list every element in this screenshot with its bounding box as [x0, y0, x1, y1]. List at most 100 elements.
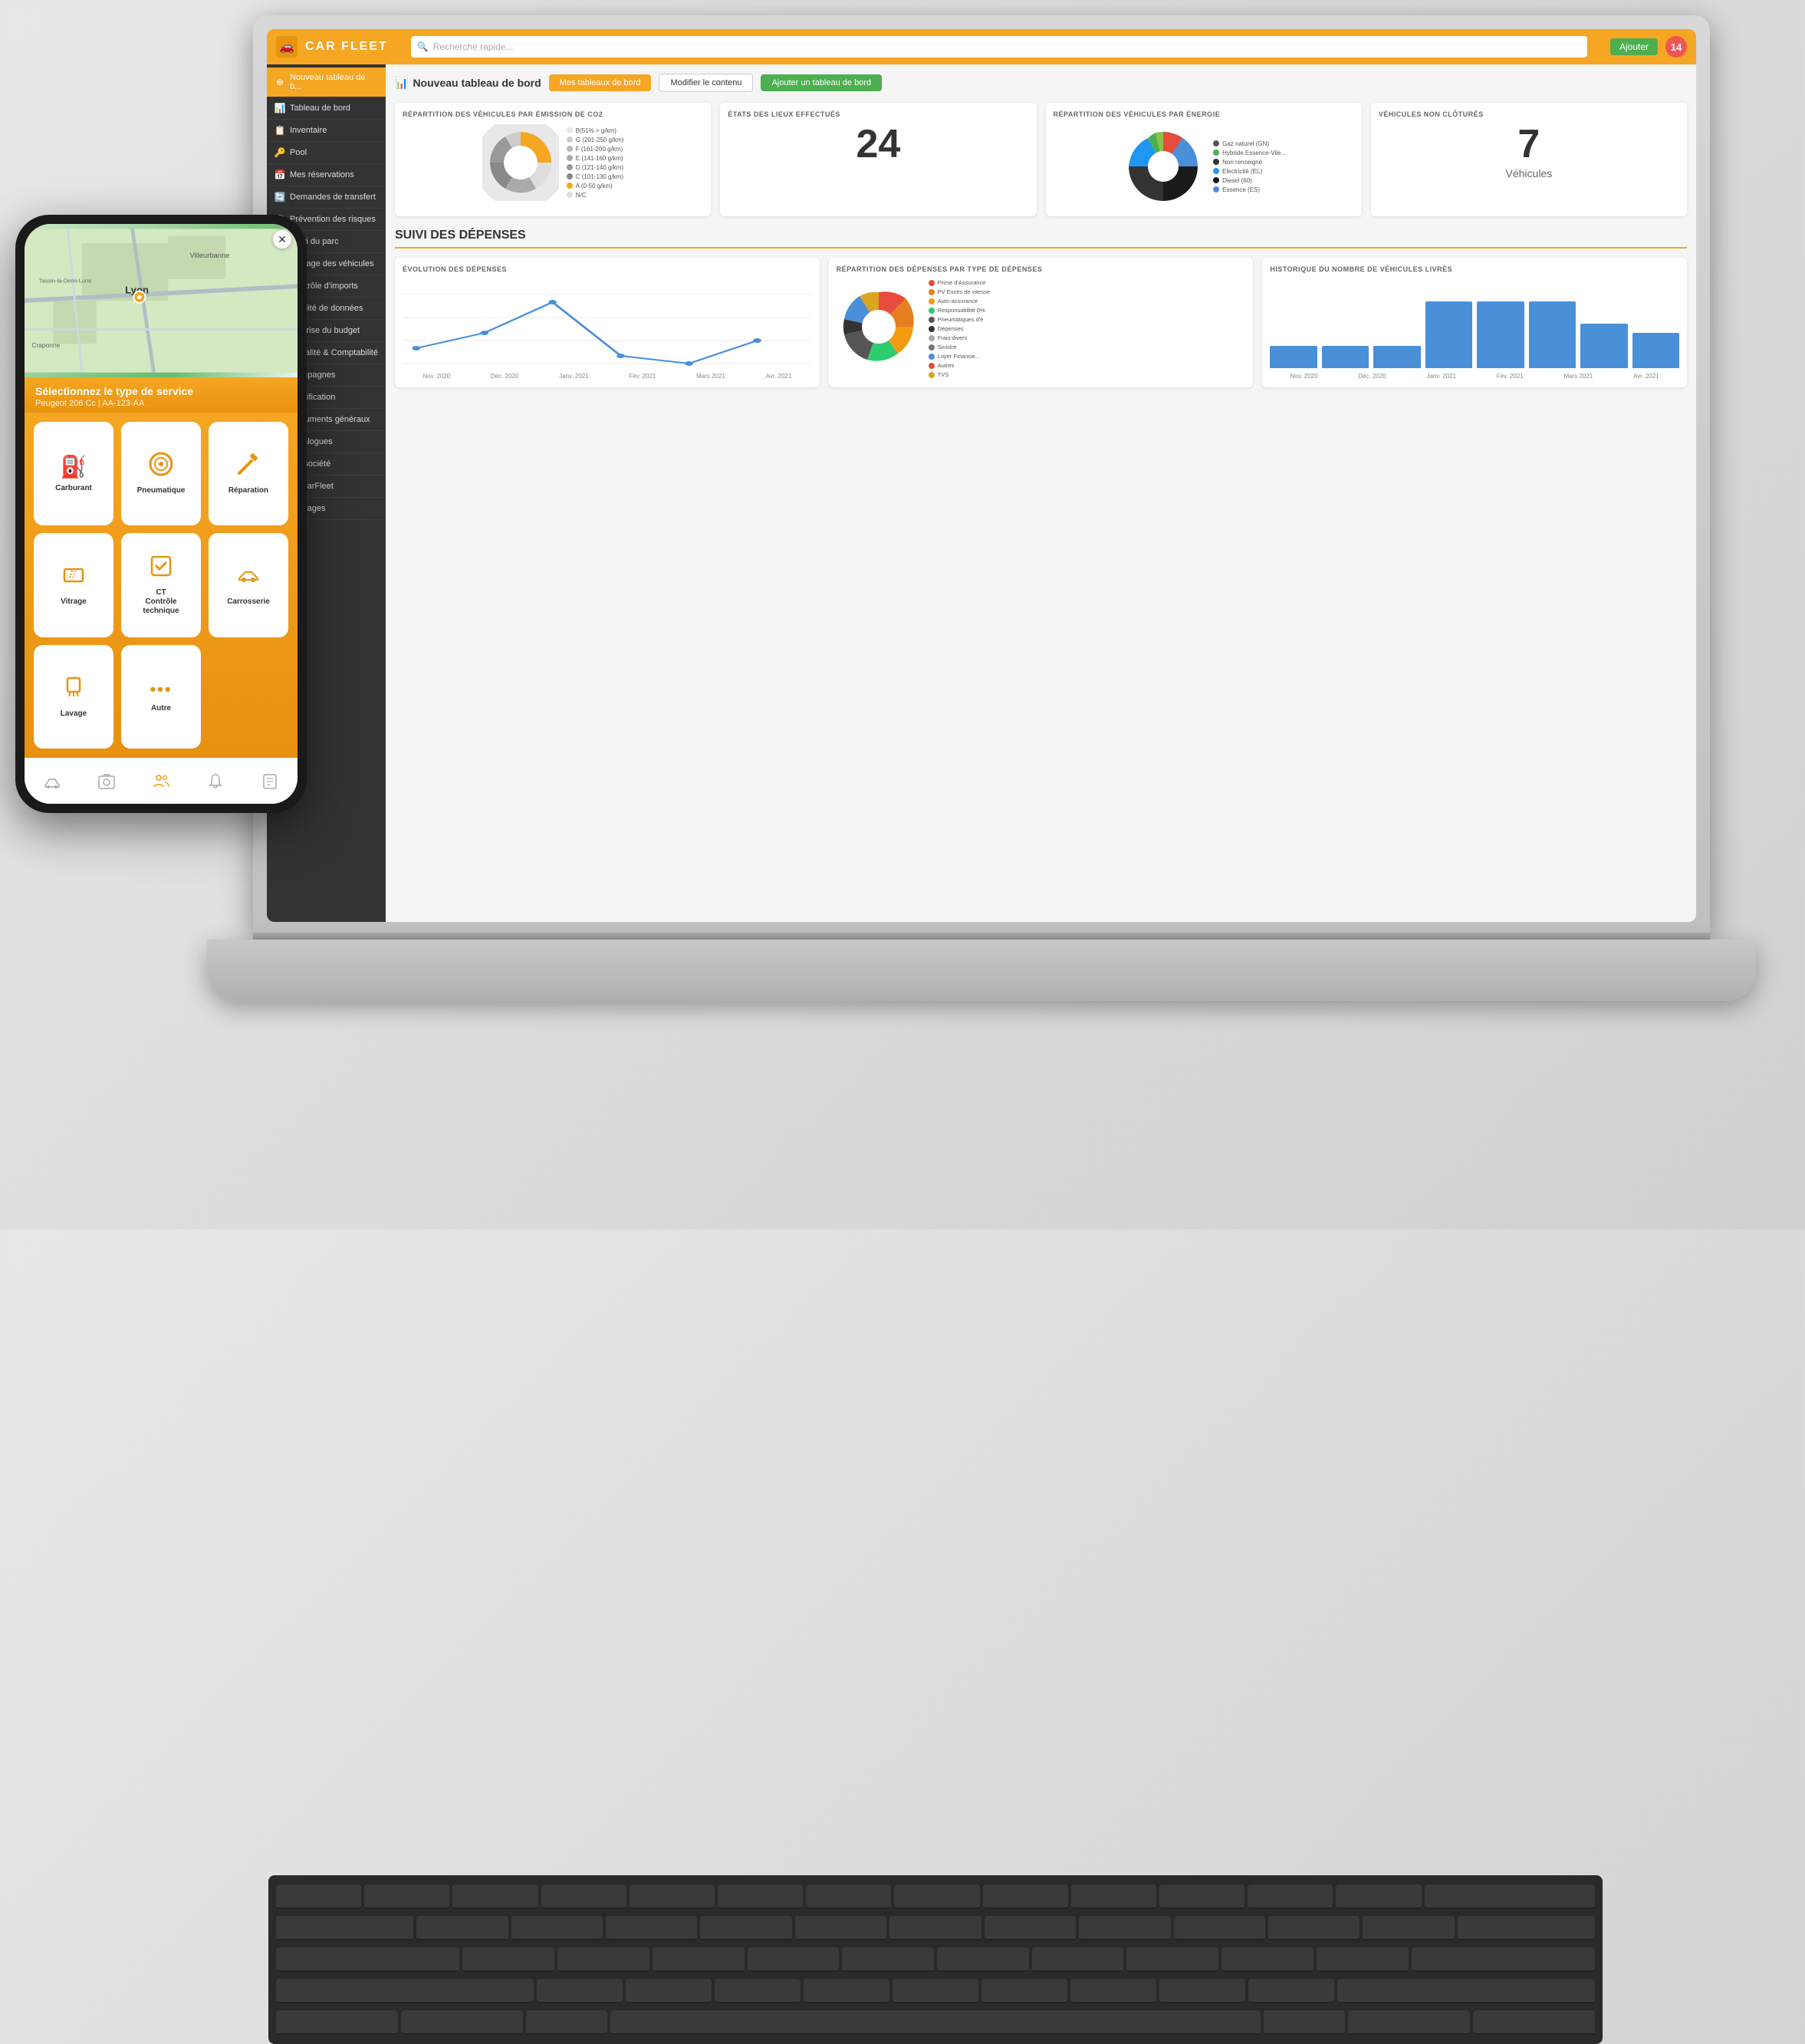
evolution-chart-title: ÉVOLUTION DES DÉPENSES	[403, 265, 812, 273]
app-header: 🚗 CAR FLEET 🔍 Recherche rapide... Ajoute…	[267, 29, 1696, 64]
key	[626, 1979, 712, 2003]
spacebar-key	[610, 2010, 1261, 2035]
key	[462, 1947, 554, 1972]
key	[1458, 1916, 1595, 1940]
nav-camera-icon[interactable]	[97, 772, 116, 791]
key	[276, 1947, 459, 1972]
sidebar-label-transfert: Demandes de transfert	[290, 193, 376, 202]
ajouter-tableau-btn[interactable]: Ajouter un tableau de bord	[761, 74, 882, 91]
energy-legend: Gaz naturel (GN) Hybride Essence-Vile...…	[1213, 140, 1286, 193]
historique-chart-title: HISTORIQUE DU NOMBRE DE VÉHICULES LIVRÉS	[1270, 265, 1679, 273]
nav-users-icon[interactable]	[152, 772, 170, 791]
ct-icon	[149, 554, 173, 584]
evolution-chart-card: ÉVOLUTION DES DÉPENSES	[395, 258, 820, 387]
non-closed-card: VÉHICULES NON CLÔTURÉS 7 Véhicules	[1371, 103, 1687, 216]
add-button[interactable]: Ajouter	[1610, 38, 1658, 55]
empty-slot	[209, 645, 288, 749]
phone-close-btn[interactable]: ✕	[273, 230, 291, 249]
key	[893, 1979, 978, 2003]
sidebar-label-nouveau-tableau: Nouveau tableau de b...	[290, 73, 378, 91]
app-layout: ⊕ Nouveau tableau de b... 📊 Tableau de b…	[267, 64, 1696, 922]
laptop-base	[207, 940, 1756, 1001]
vitrage-icon	[61, 563, 86, 593]
service-autre[interactable]: ••• Autre	[121, 645, 201, 749]
sidebar-item-transfert[interactable]: 🔄 Demandes de transfert	[267, 186, 386, 209]
service-lavage[interactable]: Lavage	[34, 645, 113, 749]
sidebar-item-reservations[interactable]: 📅 Mes réservations	[267, 164, 386, 186]
scene: 🚗 CAR FLEET 🔍 Recherche rapide... Ajoute…	[0, 0, 1805, 1229]
svg-text:Craponne: Craponne	[31, 341, 60, 349]
states-chart-title: ÉTATS DES LIEUX EFFECTUÉS	[728, 110, 1028, 118]
search-placeholder: Recherche rapide...	[433, 41, 514, 52]
dashboard-title-area: 📊 Nouveau tableau de bord	[395, 77, 541, 90]
service-reparation[interactable]: Réparation	[209, 422, 288, 525]
historique-xaxis: Nov. 2020 Déc. 2020 Janv. 2021 Fév. 2021…	[1270, 373, 1679, 380]
key	[557, 1947, 649, 1972]
transfert-icon: 🔄	[275, 192, 285, 202]
key	[537, 1979, 623, 2003]
dashboard-title-text: Nouveau tableau de bord	[413, 77, 541, 89]
mes-tableaux-btn[interactable]: Mes tableaux de bord	[549, 74, 652, 91]
key	[364, 1884, 449, 1909]
bar-6	[1529, 301, 1576, 368]
key	[416, 1916, 508, 1940]
key	[1363, 1916, 1454, 1940]
key	[889, 1916, 981, 1940]
nav-book-icon[interactable]	[261, 772, 279, 791]
key	[983, 1884, 1068, 1909]
key	[276, 1884, 361, 1909]
pneumatique-label: Pneumatique	[137, 486, 186, 495]
key	[653, 1947, 745, 1972]
co2-pie-chart	[482, 124, 559, 201]
nav-car-icon[interactable]	[43, 772, 61, 791]
key	[700, 1916, 791, 1940]
key	[1032, 1947, 1124, 1972]
key	[795, 1916, 886, 1940]
sidebar-item-tableau-de-bord[interactable]: 📊 Tableau de bord	[267, 97, 386, 120]
key	[452, 1884, 538, 1909]
key	[1412, 1947, 1595, 1972]
phone-services-grid: ⛽ Carburant Pneumatique	[25, 413, 298, 758]
phone-car-info: Sélectionnez le type de service Peugeot …	[25, 377, 298, 413]
notification-button[interactable]: 14	[1665, 36, 1687, 58]
phone-nav-bar	[25, 758, 298, 804]
service-pneumatique[interactable]: Pneumatique	[121, 422, 201, 525]
dashboard-header: 📊 Nouveau tableau de bord Mes tableaux d…	[395, 74, 1687, 92]
non-closed-count: 7	[1379, 124, 1679, 164]
key	[511, 1916, 603, 1940]
service-vitrage[interactable]: Vitrage	[34, 533, 113, 637]
nav-bell-icon[interactable]	[206, 772, 225, 791]
sidebar-item-inventaire[interactable]: 📋 Inventaire	[267, 120, 386, 142]
service-ct[interactable]: CTContrôletechnique	[121, 533, 201, 637]
historique-chart-card: HISTORIQUE DU NOMBRE DE VÉHICULES LIVRÉS	[1262, 258, 1687, 387]
service-carburant[interactable]: ⛽ Carburant	[34, 422, 113, 525]
laptop-body: 🚗 CAR FLEET 🔍 Recherche rapide... Ajoute…	[253, 15, 1710, 936]
co2-pie-container: B(51% > g/km) G (201-250 g/km) F (161-20…	[403, 124, 703, 201]
energy-chart-card: RÉPARTITION DES VÉHICULES PAR ÉNERGIE	[1046, 103, 1362, 216]
key	[1337, 1979, 1595, 2003]
key	[937, 1947, 1029, 1972]
key	[806, 1884, 891, 1909]
repartition-pie	[837, 285, 921, 373]
key	[1268, 1916, 1360, 1940]
key	[1264, 2010, 1345, 2035]
states-count: 24	[728, 124, 1028, 164]
key	[1221, 1947, 1313, 1972]
modifier-contenu-btn[interactable]: Modifier le contenu	[659, 74, 753, 92]
sidebar-label-inventaire: Inventaire	[290, 126, 327, 135]
sidebar-item-pool[interactable]: 🔑 Pool	[267, 142, 386, 164]
top-charts-grid: RÉPARTITION DES VÉHICULES PAR ÉMISSION D…	[395, 103, 1687, 216]
phone-map: Lyon Villeurbanne Tassin-la-Demi-Lune Cr…	[25, 224, 298, 377]
repartition-container: Prime d'Assurance PV Excès de vitesse Au…	[837, 279, 1246, 378]
new-dashboard-icon: ⊕	[275, 77, 285, 87]
service-carrosserie[interactable]: Carrosserie	[209, 533, 288, 637]
sidebar-item-nouveau-tableau[interactable]: ⊕ Nouveau tableau de b...	[267, 67, 386, 97]
key	[1070, 1979, 1156, 2003]
bar-2	[1322, 346, 1369, 368]
key	[1317, 1947, 1409, 1972]
search-bar[interactable]: 🔍 Recherche rapide...	[411, 36, 1587, 58]
key	[1348, 2010, 1470, 2035]
carrosserie-label: Carrosserie	[227, 597, 270, 607]
co2-chart-title: RÉPARTITION DES VÉHICULES PAR ÉMISSION D…	[403, 110, 703, 118]
reservations-icon: 📅	[275, 170, 285, 180]
